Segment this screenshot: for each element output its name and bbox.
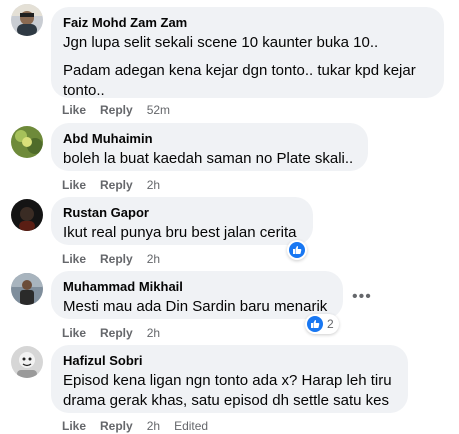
comment-text: Mesti mau ada Din Sardin baru menarik bbox=[63, 298, 328, 315]
comment-text: Jgn lupa selit sekali scene 10 kaunter b… bbox=[63, 34, 379, 51]
comment-author[interactable]: Hafizul Sobri bbox=[63, 352, 396, 369]
like-button[interactable]: Like bbox=[62, 178, 86, 192]
timestamp[interactable]: 52m bbox=[147, 103, 170, 117]
comment-actions: Like Reply 2h bbox=[62, 251, 174, 267]
avatar[interactable] bbox=[11, 346, 43, 378]
avatar[interactable] bbox=[11, 4, 43, 36]
comment-actions: Like Reply 2h bbox=[62, 325, 174, 341]
like-button[interactable]: Like bbox=[62, 419, 86, 433]
timestamp[interactable]: 2h bbox=[147, 326, 160, 340]
comment-author[interactable]: Rustan Gapor bbox=[63, 204, 301, 221]
timestamp[interactable]: 2h bbox=[147, 419, 160, 433]
comment-text: tonto.. bbox=[63, 82, 105, 99]
comment-author[interactable]: Abd Muhaimin bbox=[63, 130, 356, 147]
comment-actions: Like Reply 2h bbox=[62, 177, 174, 193]
like-button[interactable]: Like bbox=[62, 103, 86, 117]
reply-button[interactable]: Reply bbox=[100, 252, 133, 266]
timestamp[interactable]: 2h bbox=[147, 178, 160, 192]
reaction-count: 2 bbox=[327, 317, 334, 331]
thumbs-up-icon bbox=[289, 242, 305, 258]
reply-button[interactable]: Reply bbox=[100, 178, 133, 192]
reaction-badge[interactable] bbox=[287, 240, 307, 260]
like-button[interactable]: Like bbox=[62, 326, 86, 340]
avatar[interactable] bbox=[11, 199, 43, 231]
comment-author[interactable]: Muhammad Mikhail bbox=[63, 278, 331, 295]
reply-button[interactable]: Reply bbox=[100, 103, 133, 117]
comment-bubble: Muhammad Mikhail Mesti mau ada Din Sardi… bbox=[51, 271, 343, 319]
more-options-icon[interactable]: ••• bbox=[352, 289, 372, 305]
reaction-badge[interactable]: 2 bbox=[305, 314, 339, 334]
comment-text: boleh la buat kaedah saman no Plate skal… bbox=[63, 150, 354, 167]
comment-actions: Like Reply 52m bbox=[62, 102, 184, 118]
reply-button[interactable]: Reply bbox=[100, 326, 133, 340]
comment-bubble: Hafizul Sobri Episod kena ligan ngn tont… bbox=[51, 345, 408, 413]
comment-author[interactable]: Faiz Mohd Zam Zam bbox=[63, 14, 432, 31]
comment-actions: Like Reply 2h Edited bbox=[62, 418, 222, 434]
comment-bubble: Abd Muhaimin boleh la buat kaedah saman … bbox=[51, 123, 368, 171]
reply-button[interactable]: Reply bbox=[100, 419, 133, 433]
avatar[interactable] bbox=[11, 273, 43, 305]
avatar[interactable] bbox=[11, 126, 43, 158]
thumbs-up-icon bbox=[307, 316, 323, 332]
comment-bubble: Faiz Mohd Zam Zam Jgn lupa selit sekali … bbox=[51, 7, 444, 99]
comment-bubble: Rustan Gapor Ikut real punya bru best ja… bbox=[51, 197, 313, 245]
timestamp[interactable]: 2h bbox=[147, 252, 160, 266]
comment-text: Episod kena ligan ngn tonto ada x? Harap… bbox=[63, 372, 392, 389]
edited-label[interactable]: Edited bbox=[174, 419, 208, 433]
comment-text: drama gerak khas, satu episod dh settle … bbox=[63, 392, 390, 409]
like-button[interactable]: Like bbox=[62, 252, 86, 266]
comment-text: Ikut real punya bru best jalan cerita bbox=[63, 224, 297, 241]
comment-text: Padam adegan kena kejar dgn tonto.. tuka… bbox=[63, 62, 416, 79]
